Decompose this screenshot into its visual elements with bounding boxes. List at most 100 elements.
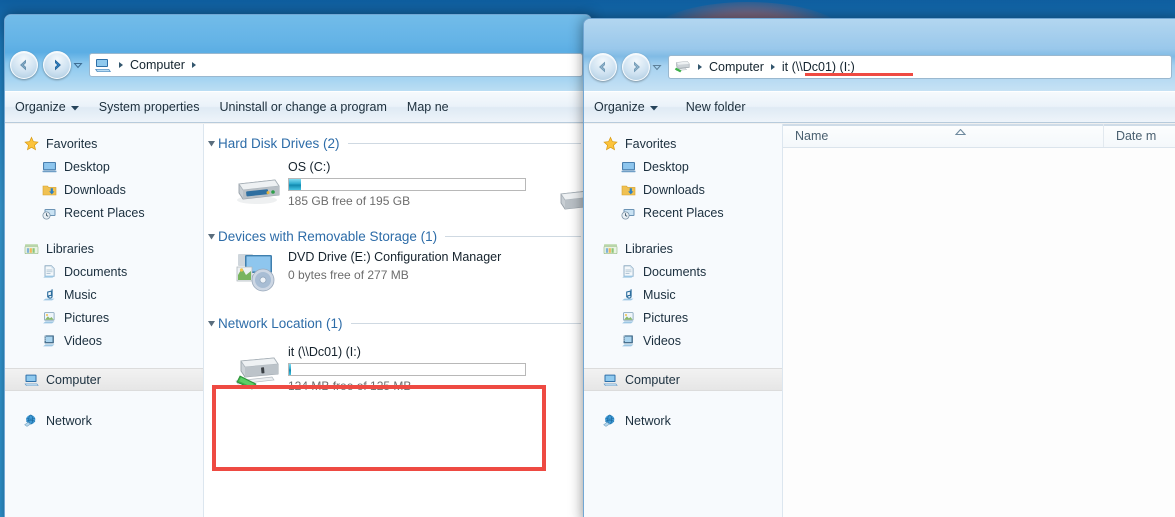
address-bar-2[interactable]: Computer it (\\Dc01) (I:): [668, 55, 1172, 79]
column-header-name[interactable]: Name: [783, 124, 1104, 147]
sidebar-spacer-w2: [584, 224, 782, 237]
drive-info-os-c: OS (C:) 185 GB free of 195 GB: [288, 159, 526, 209]
group-divider-line-3: [350, 322, 581, 324]
map-network-drive-button[interactable]: Map ne: [397, 92, 459, 122]
address-bar[interactable]: Computer: [89, 53, 583, 77]
organize-button[interactable]: Organize: [5, 92, 89, 122]
forward-button-2[interactable]: [622, 53, 650, 81]
forward-button[interactable]: [43, 51, 71, 79]
documents-icon: [43, 264, 55, 278]
sidebar-item-computer-2[interactable]: Computer: [584, 368, 782, 391]
group-title-network-location: Network Location (1): [218, 315, 343, 331]
breadcrumb-separator: [115, 60, 127, 70]
file-list-empty[interactable]: [783, 148, 1175, 517]
sidebar-group-favorites-2[interactable]: Favorites: [584, 132, 782, 155]
forward-arrow-icon: [55, 59, 61, 71]
downloads-icon: [42, 185, 57, 195]
drive-capacity-bar-it-dc01-i: [288, 363, 526, 376]
drive-tile-it-dc01-i[interactable]: it (\\Dc01) (I:) 124 MB free of 125 MB: [204, 334, 591, 400]
computer-icon: [24, 374, 39, 386]
sidebar-item-recent-places[interactable]: Recent Places: [5, 201, 203, 224]
sidebar-item-network-2[interactable]: Network: [584, 409, 782, 432]
sidebar-item-network[interactable]: Network: [5, 409, 203, 432]
recent-pages-chevron-icon[interactable]: [71, 51, 85, 79]
breadcrumb-computer[interactable]: Computer: [127, 58, 188, 72]
sidebar-label-documents-2: Documents: [643, 264, 707, 279]
breadcrumb-network-drive[interactable]: it (\\Dc01) (I:): [779, 60, 858, 74]
drive-tile-dvd-e[interactable]: DVD Drive (E:) Configuration Manager 0 b…: [204, 247, 591, 300]
videos-icon: [43, 334, 55, 346]
sidebar-item-recent-places-2[interactable]: Recent Places: [584, 201, 782, 224]
star-icon: [603, 136, 618, 150]
dvd-drive-icon: [236, 254, 275, 292]
hard-drive-icon: [237, 179, 280, 204]
sidebar-item-documents-2[interactable]: Documents: [584, 260, 782, 283]
group-header-removable-storage[interactable]: Devices with Removable Storage (1): [204, 225, 591, 247]
new-folder-button[interactable]: New folder: [668, 92, 756, 122]
window2-titlebar[interactable]: [584, 19, 1175, 49]
sidebar-item-music-2[interactable]: Music: [584, 283, 782, 306]
organize-label: Organize: [15, 100, 66, 114]
group-title-hard-disk-drives: Hard Disk Drives (2): [218, 135, 340, 151]
desktop-background: Computer Organize System properties Unin…: [0, 0, 1175, 517]
sidebar-item-downloads[interactable]: Downloads: [5, 178, 203, 201]
sort-ascending-icon: [954, 124, 967, 136]
expand-triangle-icon-2[interactable]: [204, 232, 218, 241]
breadcrumb-separator-2b: [767, 62, 779, 72]
computer-icon: [95, 59, 111, 72]
drive-tile-os-c[interactable]: OS (C:) 185 GB free of 195 GB: [204, 154, 591, 215]
breadcrumb-separator-trailing[interactable]: [188, 60, 200, 70]
sidebar-item-computer[interactable]: Computer: [5, 368, 203, 391]
sidebar-group-libraries-2[interactable]: Libraries: [584, 237, 782, 260]
sidebar-item-downloads-2[interactable]: Downloads: [584, 178, 782, 201]
sidebar-label-recent-places: Recent Places: [64, 205, 145, 220]
sidebar-label-downloads-2: Downloads: [643, 182, 705, 197]
sidebar-item-videos[interactable]: Videos: [5, 329, 203, 352]
sidebar-label-pictures-2: Pictures: [643, 310, 689, 325]
sidebar-item-videos-2[interactable]: Videos: [584, 329, 782, 352]
system-properties-button[interactable]: System properties: [89, 92, 210, 122]
sidebar-label-music-2: Music: [643, 287, 676, 302]
recent-pages-chevron-icon-2[interactable]: [650, 53, 664, 81]
window1-toolbar: Organize System properties Uninstall or …: [5, 91, 591, 123]
uninstall-or-change-program-button[interactable]: Uninstall or change a program: [209, 92, 396, 122]
drive-free-space-os-c: 185 GB free of 195 GB: [288, 194, 411, 208]
window1-body: Favorites Desktop Downloads Recent Place…: [5, 124, 591, 517]
window2-navigation-pane: Favorites Desktop Downloads Recent Place…: [584, 124, 783, 517]
group-header-hard-disk-drives[interactable]: Hard Disk Drives (2): [204, 132, 591, 154]
group-header-network-location[interactable]: Network Location (1): [204, 312, 591, 334]
sidebar-label-desktop-2: Desktop: [643, 159, 689, 174]
drive-capacity-bar-os-c: [288, 178, 526, 191]
sidebar-item-desktop-2[interactable]: Desktop: [584, 155, 782, 178]
expand-triangle-icon[interactable]: [204, 139, 218, 148]
sidebar-group-favorites[interactable]: Favorites: [5, 132, 203, 155]
explorer-window-computer[interactable]: Computer Organize System properties Unin…: [4, 14, 592, 517]
sidebar-item-desktop[interactable]: Desktop: [5, 155, 203, 178]
desktop-icon: [42, 161, 57, 172]
sidebar-item-documents[interactable]: Documents: [5, 260, 203, 283]
expand-triangle-icon-3[interactable]: [204, 319, 218, 328]
sidebar-label-libraries: Libraries: [46, 241, 94, 256]
organize-button-2[interactable]: Organize: [584, 92, 668, 122]
videos-icon: [622, 334, 634, 346]
explorer-window-network-drive[interactable]: Computer it (\\Dc01) (I:) Organize New f…: [583, 18, 1175, 517]
column-header-date-modified[interactable]: Date m: [1104, 124, 1175, 147]
sidebar-label-music: Music: [64, 287, 97, 302]
window1-navigation-pane: Favorites Desktop Downloads Recent Place…: [5, 124, 204, 517]
back-button[interactable]: [10, 51, 38, 79]
back-button-2[interactable]: [589, 53, 617, 81]
window1-navigation-row: Computer: [5, 45, 591, 85]
sidebar-label-downloads: Downloads: [64, 182, 126, 197]
network-drive-icon: [235, 357, 279, 390]
computer-icon: [603, 374, 618, 386]
music-icon: [622, 288, 634, 300]
sidebar-item-pictures-2[interactable]: Pictures: [584, 306, 782, 329]
sidebar-item-pictures[interactable]: Pictures: [5, 306, 203, 329]
breadcrumb-computer-2[interactable]: Computer: [706, 60, 767, 74]
sidebar-group-libraries[interactable]: Libraries: [5, 237, 203, 260]
sidebar-item-music[interactable]: Music: [5, 283, 203, 306]
window1-titlebar[interactable]: [5, 15, 591, 45]
